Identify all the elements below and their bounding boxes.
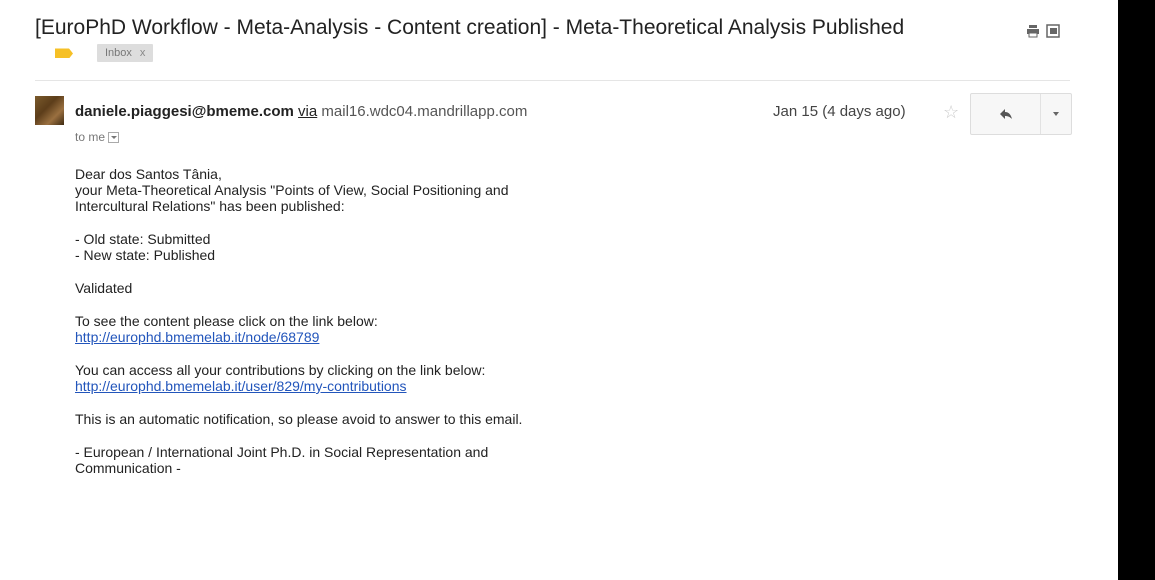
contributions-text: You can access all your contributions by… xyxy=(75,362,486,378)
see-content-text: To see the content please click on the l… xyxy=(75,313,378,329)
sender-address[interactable]: daniele.piaggesi@bmeme.com xyxy=(75,103,294,120)
message-date: Jan 15 (4 days ago) xyxy=(773,103,906,120)
popout-icon[interactable] xyxy=(1046,24,1060,38)
body-line-1: your Meta-Theoretical Analysis "Points o… xyxy=(75,182,509,198)
header-divider xyxy=(35,80,1070,81)
signature-line-1: - European / International Joint Ph.D. i… xyxy=(75,444,489,460)
star-icon[interactable]: ☆ xyxy=(943,103,959,121)
automatic-notice: This is an automatic notification, so pl… xyxy=(75,411,523,427)
new-state: - New state: Published xyxy=(75,247,216,263)
sender-avatar[interactable] xyxy=(35,96,64,125)
reply-button[interactable] xyxy=(971,94,1042,134)
old-state: - Old state: Submitted xyxy=(75,231,211,247)
print-icon[interactable] xyxy=(1026,24,1040,38)
remove-label-button[interactable]: x xyxy=(140,47,146,59)
recipient-line: to me xyxy=(75,130,120,144)
sender-line: daniele.piaggesi@bmeme.com via mail16.wd… xyxy=(75,103,527,121)
to-details-icon[interactable] xyxy=(108,132,120,144)
recipient-text: to me xyxy=(75,130,106,144)
body-line-2: Intercultural Relations" has been publis… xyxy=(75,198,345,214)
more-options-icon xyxy=(1053,112,1060,116)
more-options-button[interactable] xyxy=(1041,94,1071,134)
validated-text: Validated xyxy=(75,280,133,296)
via-link[interactable]: via xyxy=(298,103,317,120)
inbox-label-text: Inbox xyxy=(105,47,132,60)
content-link[interactable]: http://europhd.bmemelab.it/node/68789 xyxy=(75,329,319,345)
via-host: mail16.wdc04.mandrillapp.com xyxy=(321,103,528,120)
reply-button-group xyxy=(970,93,1072,135)
reply-icon xyxy=(999,109,1012,119)
inbox-label-chip[interactable]: Inbox x xyxy=(97,44,154,63)
email-body: Dear dos Santos Tânia, your Meta-Theoret… xyxy=(75,166,695,493)
signature-line-2: Communication - xyxy=(75,460,181,476)
email-view: [EuroPhD Workflow - Meta-Analysis - Cont… xyxy=(0,0,1118,580)
email-subject: [EuroPhD Workflow - Meta-Analysis - Cont… xyxy=(35,14,965,68)
contributions-link[interactable]: http://europhd.bmemelab.it/user/829/my-c… xyxy=(75,378,407,394)
body-greeting: Dear dos Santos Tânia, xyxy=(75,166,222,182)
label-tag-icon[interactable] xyxy=(55,48,73,59)
subject-text: [EuroPhD Workflow - Meta-Analysis - Cont… xyxy=(35,16,905,39)
